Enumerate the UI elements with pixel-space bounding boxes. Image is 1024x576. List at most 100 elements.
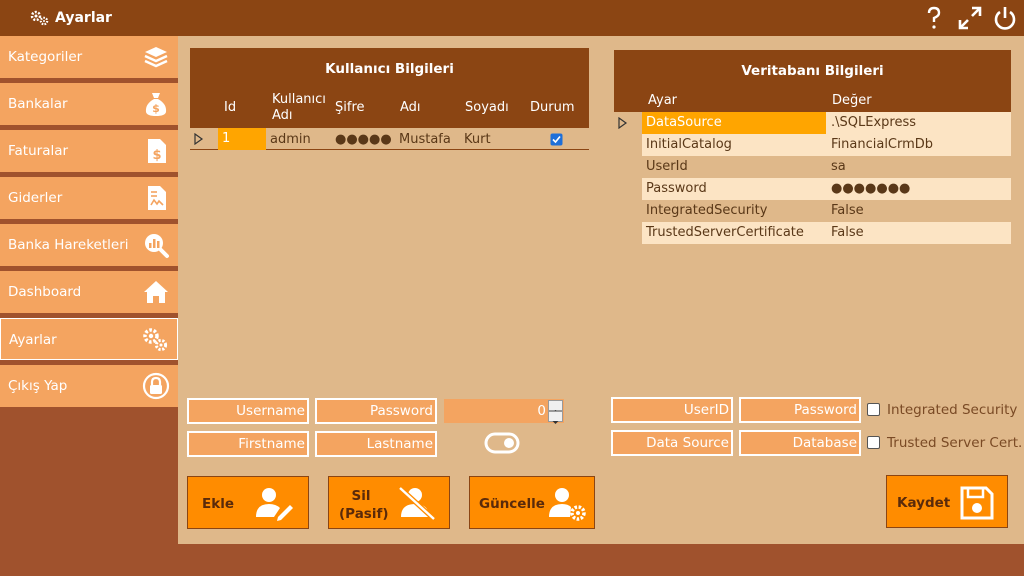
stepper-down-button[interactable] xyxy=(548,411,563,424)
cell-value[interactable]: sa xyxy=(826,156,1011,178)
trusted-server-cert-checkbox[interactable] xyxy=(867,436,880,449)
gears-icon xyxy=(143,328,168,352)
svg-text:$: $ xyxy=(152,102,160,115)
firstname-field[interactable]: Firstname xyxy=(187,431,309,457)
sidebar-item-kategoriler[interactable]: Kategoriler xyxy=(0,36,178,78)
sidebar-item-banka-hareketleri[interactable]: Banka Hareketleri xyxy=(0,224,178,266)
column-header[interactable]: Ayar xyxy=(648,93,677,108)
cell-setting[interactable]: InitialCatalog xyxy=(642,134,826,156)
cell-lastname[interactable]: Kurt xyxy=(464,132,491,147)
password-field[interactable]: Password xyxy=(315,398,437,424)
sidebar-item-label: Faturalar xyxy=(8,143,69,159)
numeric-stepper[interactable]: 0 xyxy=(443,398,565,424)
user-remove-icon xyxy=(398,486,436,521)
chart-search-icon xyxy=(145,234,169,258)
cell-setting[interactable]: DataSource xyxy=(642,112,826,134)
username-field[interactable]: Username xyxy=(187,398,309,424)
sidebar: Kategoriler Bankalar $ Faturalar $ Gider… xyxy=(0,36,178,544)
column-header[interactable]: Değer xyxy=(832,93,872,108)
sidebar-item-giderler[interactable]: Giderler xyxy=(0,177,178,219)
lastname-field[interactable]: Lastname xyxy=(315,431,437,457)
column-header[interactable]: Kullanıcı Adı xyxy=(272,92,332,124)
money-bag-icon: $ xyxy=(145,93,167,116)
layers-icon xyxy=(144,47,168,68)
database-field[interactable]: Database xyxy=(739,430,861,456)
numeric-value: 0 xyxy=(537,403,546,419)
delete-button-label-line1: Sil xyxy=(351,488,371,504)
cell-password[interactable]: ●●●●● xyxy=(335,132,392,147)
stepper-up-button[interactable] xyxy=(548,400,563,413)
cell-username[interactable]: admin xyxy=(270,132,311,147)
table-row[interactable]: InitialCatalog FinancialCrmDb xyxy=(614,134,1011,156)
sidebar-item-ayarlar[interactable]: Ayarlar xyxy=(0,318,178,360)
db-userid-field[interactable]: UserID xyxy=(611,397,733,423)
row-selector-icon xyxy=(194,133,204,145)
cell-setting[interactable]: TrustedServerCertificate xyxy=(642,222,826,244)
caret-down-icon xyxy=(552,421,559,424)
table-row[interactable]: DataSource .\SQLExpress xyxy=(614,112,1011,134)
lock-icon xyxy=(142,372,170,400)
db-password-field[interactable]: Password xyxy=(739,397,861,423)
table-row[interactable]: IntegratedSecurity False xyxy=(614,200,1011,222)
sidebar-item-label: Giderler xyxy=(8,190,63,206)
column-header[interactable]: Soyadı xyxy=(465,100,509,115)
resize-icon[interactable] xyxy=(956,4,984,32)
cell-value[interactable]: False xyxy=(826,222,1011,244)
db-grid-header: Ayar Değer xyxy=(614,90,1011,112)
add-user-button[interactable]: Ekle xyxy=(187,476,309,529)
table-row[interactable]: TrustedServerCertificate False xyxy=(614,222,1011,244)
db-grid-title: Veritabanı Bilgileri xyxy=(614,50,1011,90)
save-button[interactable]: Kaydet xyxy=(886,475,1008,528)
cell-firstname[interactable]: Mustafa xyxy=(399,132,451,147)
home-icon xyxy=(144,281,168,303)
users-grid-header: Id Kullanıcı Adı Şifre Adı Soyadı Durum xyxy=(190,88,589,128)
sidebar-item-label: Çıkış Yap xyxy=(8,378,68,394)
sidebar-item-label: Kategoriler xyxy=(8,49,83,65)
table-row[interactable]: Password ●●●●●●● xyxy=(614,178,1011,200)
power-icon[interactable] xyxy=(991,4,1019,32)
column-header[interactable]: Id xyxy=(224,100,236,115)
status-checkbox[interactable] xyxy=(550,133,563,146)
users-grid: Kullanıcı Bilgileri Id Kullanıcı Adı Şif… xyxy=(190,48,589,152)
integrated-security-label: Integrated Security xyxy=(887,402,1018,418)
delete-button-label-line2: (Pasif) xyxy=(339,506,389,522)
cell-value[interactable]: ●●●●●●● xyxy=(826,178,1011,200)
svg-text:$: $ xyxy=(152,148,161,163)
user-edit-icon xyxy=(256,488,293,521)
save-button-label: Kaydet xyxy=(897,495,951,511)
column-header[interactable]: Şifre xyxy=(335,100,365,115)
users-grid-title: Kullanıcı Bilgileri xyxy=(190,48,589,88)
db-grid: Veritabanı Bilgileri Ayar Değer DataSour… xyxy=(614,50,1011,244)
cell-id[interactable]: 1 xyxy=(218,128,266,150)
gears-icon xyxy=(30,10,49,26)
user-settings-icon xyxy=(549,488,586,521)
delete-user-button[interactable]: Sil (Pasif) xyxy=(328,476,450,529)
cell-setting[interactable]: UserId xyxy=(642,156,826,178)
update-button-label: Güncelle xyxy=(479,496,545,512)
status-toggle[interactable] xyxy=(484,432,520,454)
data-source-field[interactable]: Data Source xyxy=(611,430,733,456)
sidebar-item-cikis-yap[interactable]: Çıkış Yap xyxy=(0,365,178,407)
table-row[interactable]: UserId sa xyxy=(614,156,1011,178)
column-header[interactable]: Adı xyxy=(400,100,421,115)
sidebar-item-dashboard[interactable]: Dashboard xyxy=(0,271,178,313)
table-row[interactable]: 1 admin ●●●●● Mustafa Kurt xyxy=(190,128,589,150)
cell-value[interactable]: FinancialCrmDb xyxy=(826,134,1011,156)
sidebar-item-faturalar[interactable]: Faturalar $ xyxy=(0,130,178,172)
receipt-icon xyxy=(148,186,166,210)
sidebar-item-bankalar[interactable]: Bankalar $ xyxy=(0,83,178,125)
floppy-disk-icon xyxy=(960,486,994,520)
title-bar: Ayarlar xyxy=(0,0,1024,36)
cell-value[interactable]: .\SQLExpress xyxy=(826,112,1011,134)
sidebar-item-label: Dashboard xyxy=(8,284,82,300)
integrated-security-checkbox[interactable] xyxy=(867,403,880,416)
cell-setting[interactable]: Password xyxy=(642,178,826,200)
row-selector-icon xyxy=(618,117,628,129)
update-user-button[interactable]: Güncelle xyxy=(469,476,595,529)
cell-value[interactable]: False xyxy=(826,200,1011,222)
column-header[interactable]: Durum xyxy=(530,100,575,115)
delete-button-label: Sil (Pasif) xyxy=(339,487,389,523)
cell-setting[interactable]: IntegratedSecurity xyxy=(642,200,826,222)
help-icon[interactable] xyxy=(920,4,948,32)
add-button-label: Ekle xyxy=(202,496,234,512)
